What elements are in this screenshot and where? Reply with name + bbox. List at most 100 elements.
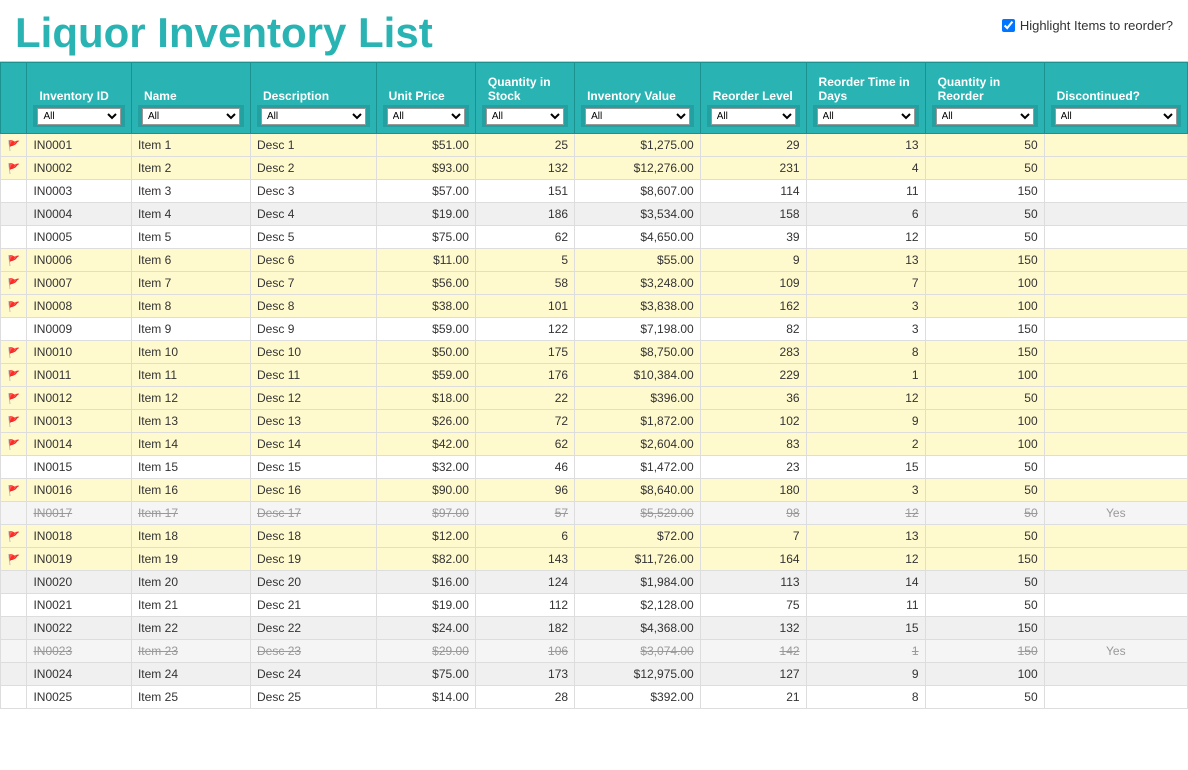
filter-inv-val[interactable]: All — [585, 108, 690, 125]
col-header-qty-stock: Quantity in Stock All — [475, 63, 574, 134]
filter-desc[interactable]: All — [261, 108, 366, 125]
cell-price: $97.00 — [376, 502, 475, 525]
cell-id: IN0010 — [27, 341, 132, 364]
cell-reorder-level: 127 — [700, 663, 806, 686]
cell-reorder-level: 283 — [700, 341, 806, 364]
cell-name: Item 5 — [131, 226, 250, 249]
filter-price[interactable]: All — [387, 108, 465, 125]
cell-reorder-days: 9 — [806, 410, 925, 433]
cell-price: $75.00 — [376, 226, 475, 249]
cell-name: Item 15 — [131, 456, 250, 479]
cell-reorder-days: 7 — [806, 272, 925, 295]
cell-inv-val: $4,368.00 — [575, 617, 701, 640]
cell-id: IN0016 — [27, 479, 132, 502]
cell-price: $12.00 — [376, 525, 475, 548]
table-row: IN0020Item 20Desc 20$16.00124$1,984.0011… — [1, 571, 1188, 594]
cell-qty-stock: 28 — [475, 686, 574, 709]
cell-id: IN0006 — [27, 249, 132, 272]
cell-discontinued — [1044, 295, 1187, 318]
table-row: 🚩IN0013Item 13Desc 13$26.0072$1,872.0010… — [1, 410, 1188, 433]
cell-reorder-level: 9 — [700, 249, 806, 272]
cell-reorder-days: 8 — [806, 686, 925, 709]
cell-desc: Desc 14 — [251, 433, 377, 456]
cell-inv-val: $2,128.00 — [575, 594, 701, 617]
cell-name: Item 9 — [131, 318, 250, 341]
cell-discontinued: Yes — [1044, 502, 1187, 525]
cell-reorder-level: 142 — [700, 640, 806, 663]
col-label-price: Unit Price — [389, 89, 445, 103]
col-header-qty-reorder: Quantity in Reorder All — [925, 63, 1044, 134]
reorder-flag-icon: 🚩 — [8, 440, 20, 451]
flag-cell: 🚩 — [1, 479, 27, 502]
table-row: 🚩IN0006Item 6Desc 6$11.005$55.00913150 — [1, 249, 1188, 272]
cell-reorder-days: 15 — [806, 456, 925, 479]
cell-price: $24.00 — [376, 617, 475, 640]
cell-inv-val: $5,529.00 — [575, 502, 701, 525]
cell-discontinued — [1044, 387, 1187, 410]
cell-qty-reorder: 150 — [925, 640, 1044, 663]
cell-discontinued — [1044, 318, 1187, 341]
cell-id: IN0007 — [27, 272, 132, 295]
flag-cell — [1, 594, 27, 617]
cell-qty-reorder: 50 — [925, 203, 1044, 226]
cell-id: IN0009 — [27, 318, 132, 341]
cell-discontinued — [1044, 617, 1187, 640]
cell-id: IN0012 — [27, 387, 132, 410]
flag-cell — [1, 502, 27, 525]
cell-qty-reorder: 150 — [925, 318, 1044, 341]
reorder-flag-icon: 🚩 — [8, 348, 20, 359]
filter-reorder-days[interactable]: All — [817, 108, 915, 125]
col-header-reorder-days: Reorder Time in Days All — [806, 63, 925, 134]
cell-qty-reorder: 50 — [925, 525, 1044, 548]
cell-price: $93.00 — [376, 157, 475, 180]
cell-name: Item 12 — [131, 387, 250, 410]
cell-price: $59.00 — [376, 364, 475, 387]
cell-qty-reorder: 50 — [925, 387, 1044, 410]
cell-qty-stock: 62 — [475, 433, 574, 456]
table-row: 🚩IN0019Item 19Desc 19$82.00143$11,726.00… — [1, 548, 1188, 571]
highlight-label[interactable]: Highlight Items to reorder? — [1020, 18, 1173, 33]
cell-inv-val: $396.00 — [575, 387, 701, 410]
cell-qty-reorder: 50 — [925, 134, 1044, 157]
table-row: IN0015Item 15Desc 15$32.0046$1,472.00231… — [1, 456, 1188, 479]
cell-qty-stock: 106 — [475, 640, 574, 663]
cell-id: IN0017 — [27, 502, 132, 525]
filter-qty-reorder[interactable]: All — [936, 108, 1034, 125]
cell-reorder-days: 13 — [806, 525, 925, 548]
cell-qty-reorder: 50 — [925, 226, 1044, 249]
table-container: Inventory ID All Name All Description Al… — [0, 62, 1188, 709]
flag-cell: 🚩 — [1, 157, 27, 180]
cell-price: $75.00 — [376, 663, 475, 686]
cell-name: Item 4 — [131, 203, 250, 226]
cell-qty-reorder: 150 — [925, 249, 1044, 272]
filter-name[interactable]: All — [142, 108, 240, 125]
cell-inv-val: $1,984.00 — [575, 571, 701, 594]
cell-reorder-days: 1 — [806, 364, 925, 387]
filter-qty-stock[interactable]: All — [486, 108, 564, 125]
cell-qty-stock: 182 — [475, 617, 574, 640]
cell-price: $42.00 — [376, 433, 475, 456]
highlight-checkbox-area[interactable]: Highlight Items to reorder? — [1002, 10, 1173, 33]
reorder-flag-icon: 🚩 — [8, 394, 20, 405]
col-header-desc: Description All — [251, 63, 377, 134]
table-row: 🚩IN0010Item 10Desc 10$50.00175$8,750.002… — [1, 341, 1188, 364]
cell-desc: Desc 10 — [251, 341, 377, 364]
cell-reorder-days: 2 — [806, 433, 925, 456]
cell-name: Item 18 — [131, 525, 250, 548]
cell-qty-stock: 143 — [475, 548, 574, 571]
cell-inv-val: $1,275.00 — [575, 134, 701, 157]
cell-reorder-level: 83 — [700, 433, 806, 456]
filter-reorder-level[interactable]: All — [711, 108, 796, 125]
cell-id: IN0003 — [27, 180, 132, 203]
filter-id[interactable]: All — [37, 108, 121, 125]
cell-reorder-level: 7 — [700, 525, 806, 548]
cell-id: IN0018 — [27, 525, 132, 548]
filter-discontinued[interactable]: All — [1055, 108, 1177, 125]
cell-id: IN0011 — [27, 364, 132, 387]
cell-id: IN0008 — [27, 295, 132, 318]
flag-cell: 🚩 — [1, 295, 27, 318]
flag-cell — [1, 180, 27, 203]
highlight-checkbox[interactable] — [1002, 19, 1015, 32]
cell-reorder-days: 3 — [806, 479, 925, 502]
cell-inv-val: $7,198.00 — [575, 318, 701, 341]
